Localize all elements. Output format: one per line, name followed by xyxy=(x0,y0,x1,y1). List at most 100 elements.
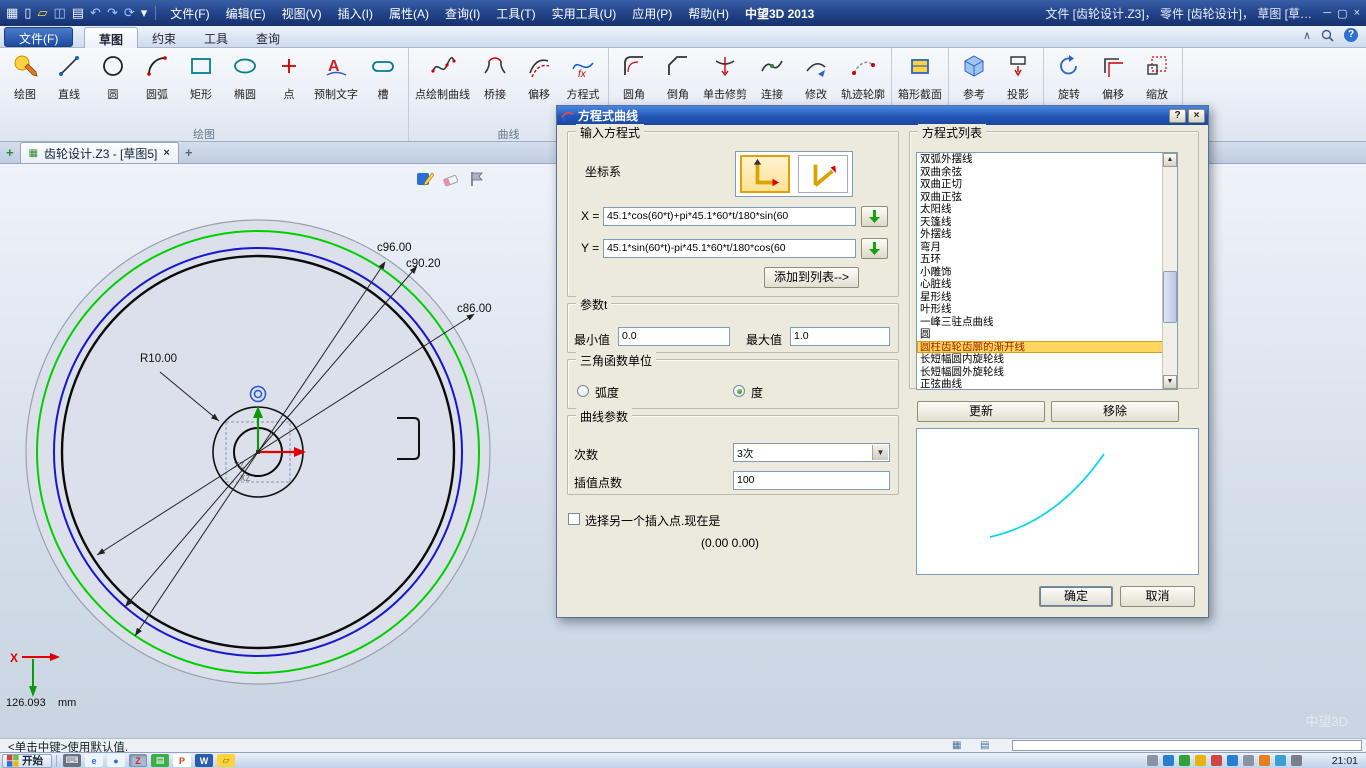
print-icon[interactable]: ▤ xyxy=(72,5,84,21)
minimize-icon[interactable]: ─ xyxy=(1323,7,1331,19)
tray-icon-1[interactable] xyxy=(1147,755,1158,766)
ribbon-button-修改[interactable]: 修改 xyxy=(794,50,838,102)
x-equation-input[interactable]: 45.1*cos(60*t)+pi*45.1*60*t/180*sin(60 xyxy=(603,207,856,226)
equation-list-item[interactable]: 圆 xyxy=(917,328,1177,341)
new-tab-icon[interactable]: + xyxy=(179,145,199,160)
menu-item-3[interactable]: 插入(I) xyxy=(338,5,373,22)
tray-icon-4[interactable] xyxy=(1195,755,1206,766)
new-file-icon[interactable]: ▯ xyxy=(24,5,31,21)
taskbar-app-internet-explorer[interactable]: e xyxy=(85,754,103,767)
ribbon-button-直线[interactable]: 直线 xyxy=(47,50,91,102)
filter-flag-icon[interactable] xyxy=(468,170,486,188)
equation-list-item[interactable]: 星形线 xyxy=(917,291,1177,304)
ribbon-button-预制文字[interactable]: A预制文字 xyxy=(311,50,361,102)
equation-list-item[interactable]: 小雕饰 xyxy=(917,266,1177,279)
taskbar-app-word[interactable]: W xyxy=(195,754,213,767)
save-icon[interactable]: ◫ xyxy=(53,5,65,21)
command-input[interactable] xyxy=(1012,740,1362,751)
ribbon-button-箱形截面[interactable]: 箱形截面 xyxy=(895,50,945,102)
equation-list-item[interactable]: 弯月 xyxy=(917,241,1177,254)
ribbon-button-椭圆[interactable]: 椭圆 xyxy=(223,50,267,102)
ribbon-tab-查询[interactable]: 查询 xyxy=(242,27,294,50)
ribbon-button-缩放[interactable]: 缩放 xyxy=(1135,50,1179,102)
x-equation-expand-button[interactable] xyxy=(861,206,888,227)
scroll-down-icon[interactable]: ▼ xyxy=(1163,375,1177,389)
taskbar-app-ime[interactable]: ⌨ xyxy=(63,754,81,767)
ribbon-button-桥接[interactable]: 桥接 xyxy=(473,50,517,102)
insert-point-checkbox[interactable] xyxy=(568,513,580,525)
ribbon-button-倒角[interactable]: 倒角 xyxy=(656,50,700,102)
dim-label-c86[interactable]: c86.00 xyxy=(457,303,492,315)
menu-item-1[interactable]: 编辑(E) xyxy=(226,5,266,22)
ribbon-button-圆[interactable]: 圆 xyxy=(91,50,135,102)
max-value-input[interactable]: 1.0 xyxy=(790,327,890,346)
equation-list-item[interactable]: 双弧外摆线 xyxy=(917,153,1177,166)
equation-list-item[interactable]: 一峰三驻点曲线 xyxy=(917,316,1177,329)
equation-list-item[interactable]: 双曲余弦 xyxy=(917,166,1177,179)
file-menu-button[interactable]: 文件(F) xyxy=(4,27,73,47)
refresh-icon[interactable]: ⟳ xyxy=(124,5,135,21)
ribbon-button-圆弧[interactable]: 圆弧 xyxy=(135,50,179,102)
ribbon-button-矩形[interactable]: 矩形 xyxy=(179,50,223,102)
ribbon-button-投影[interactable]: 投影 xyxy=(996,50,1040,102)
ribbon-button-点绘制曲线[interactable]: 点绘制曲线 xyxy=(412,50,473,102)
tray-icon-8[interactable] xyxy=(1259,755,1270,766)
menu-item-0[interactable]: 文件(F) xyxy=(170,5,209,22)
ribbon-button-绘图[interactable]: 绘图 xyxy=(3,50,47,102)
dialog-titlebar[interactable]: 方程式曲线 ? × xyxy=(557,106,1208,125)
ribbon-button-槽[interactable]: 槽 xyxy=(361,50,405,102)
dialog-help-button[interactable]: ? xyxy=(1169,109,1186,123)
equation-list-item[interactable]: 圆柱齿轮齿廓的渐开线 xyxy=(917,341,1177,354)
degree-radio[interactable] xyxy=(733,385,745,397)
equation-list-item[interactable]: 天篷线 xyxy=(917,216,1177,229)
taskbar-app-pdf-reader[interactable]: P xyxy=(173,754,191,767)
annotate-icon[interactable] xyxy=(416,170,434,188)
clock[interactable]: 21:01 xyxy=(1332,755,1358,767)
pin-tab-icon[interactable]: + xyxy=(0,145,20,160)
document-tab[interactable]: ▦ 齿轮设计.Z3 - [草图5] × xyxy=(20,142,179,163)
ribbon-button-旋转[interactable]: 旋转 xyxy=(1047,50,1091,102)
scroll-up-icon[interactable]: ▲ xyxy=(1163,153,1177,167)
help-icon[interactable]: ? xyxy=(1344,28,1358,42)
equation-list-item[interactable]: 正弦曲线 xyxy=(917,378,1177,390)
equation-list-item[interactable]: 长短幅圆内旋轮线 xyxy=(917,353,1177,366)
min-value-input[interactable]: 0.0 xyxy=(618,327,730,346)
equation-list-item[interactable]: 五环 xyxy=(917,253,1177,266)
tray-icon-3[interactable] xyxy=(1179,755,1190,766)
equation-listbox[interactable]: 双弧外摆线双曲余弦双曲正切双曲正弦太阳线天篷线外摆线弯月五环小雕饰心脏线星形线叶… xyxy=(916,152,1178,390)
scroll-thumb[interactable] xyxy=(1163,271,1177,323)
taskbar-app-zw3d[interactable]: Z xyxy=(129,754,147,767)
add-to-list-button[interactable]: 添加到列表--> xyxy=(764,267,859,288)
dim-label-c96[interactable]: c96.00 xyxy=(377,242,412,254)
tray-icon-9[interactable] xyxy=(1275,755,1286,766)
order-dropdown[interactable]: 3次 ▼ xyxy=(733,443,890,462)
tray-icon-5[interactable] xyxy=(1211,755,1222,766)
ribbon-button-圆角[interactable]: 圆角 xyxy=(612,50,656,102)
equation-list-item[interactable]: 心脏线 xyxy=(917,278,1177,291)
collapse-ribbon-icon[interactable]: ∧ xyxy=(1303,29,1311,42)
open-documents-label[interactable]: 文件 [齿轮设计.Z3]， 零件 [齿轮设计]， 草图 [草… xyxy=(1045,0,1312,26)
equation-list-item[interactable]: 双曲正弦 xyxy=(917,191,1177,204)
y-equation-expand-button[interactable] xyxy=(861,238,888,259)
restore-icon[interactable]: ▢ xyxy=(1337,7,1347,20)
taskbar-app-folder[interactable]: ▱ xyxy=(217,754,235,767)
tray-icon-7[interactable] xyxy=(1243,755,1254,766)
equation-list-item[interactable]: 外摆线 xyxy=(917,228,1177,241)
undo-icon[interactable]: ↶ xyxy=(90,5,101,21)
menu-item-6[interactable]: 工具(T) xyxy=(496,5,535,22)
menu-item-9[interactable]: 帮助(H) xyxy=(688,5,729,22)
grid-view-icon[interactable]: ▦ xyxy=(952,740,961,751)
menu-item-2[interactable]: 视图(V) xyxy=(282,5,322,22)
start-button[interactable]: 开始 xyxy=(2,754,52,768)
equation-list-item[interactable]: 叶形线 xyxy=(917,303,1177,316)
open-folder-icon[interactable]: ▱ xyxy=(37,5,47,21)
menu-item-8[interactable]: 应用(P) xyxy=(632,5,672,22)
search-icon[interactable] xyxy=(1321,29,1334,42)
list-view-icon[interactable]: ▤ xyxy=(980,740,989,751)
dropdown-arrow-icon[interactable]: ▼ xyxy=(872,445,888,460)
points-input[interactable]: 100 xyxy=(733,471,890,490)
tray-icon-6[interactable] xyxy=(1227,755,1238,766)
list-scrollbar[interactable]: ▲ ▼ xyxy=(1162,153,1177,389)
equation-list-item[interactable]: 太阳线 xyxy=(917,203,1177,216)
equation-list-item[interactable]: 双曲正切 xyxy=(917,178,1177,191)
